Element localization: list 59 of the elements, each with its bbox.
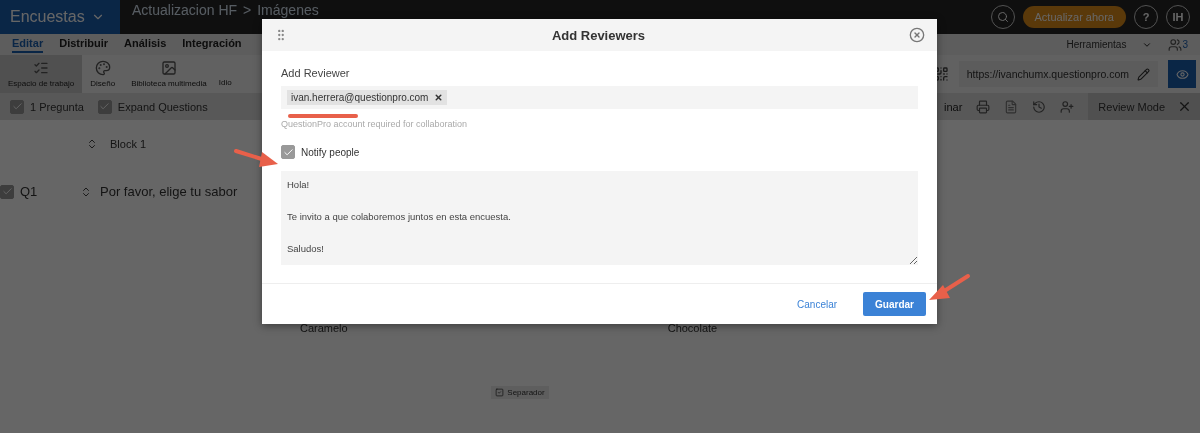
palette-icon bbox=[94, 60, 111, 76]
collaborator-count[interactable]: 3 bbox=[1182, 39, 1188, 50]
annotation-underline bbox=[288, 114, 358, 118]
choice-label: Caramelo bbox=[300, 322, 348, 334]
dialog-title: Add Reviewers bbox=[551, 27, 646, 43]
question-text: Por favor, elige tu sabor bbox=[100, 184, 238, 199]
people-icon bbox=[1168, 37, 1183, 52]
pdf-icon[interactable] bbox=[1004, 99, 1019, 114]
block-title: Block 1 bbox=[110, 138, 147, 150]
breadcrumb-current: Imágenes bbox=[257, 1, 319, 18]
breadcrumb-separator: > bbox=[243, 1, 252, 18]
eye-icon bbox=[1175, 67, 1189, 81]
save-button[interactable]: Guardar bbox=[863, 292, 926, 316]
remove-icon[interactable] bbox=[434, 93, 444, 102]
email-tag: ivan.herrera@questionpro.com bbox=[287, 90, 448, 105]
product-menu[interactable]: Encuestas bbox=[0, 0, 120, 34]
nav-tab[interactable]: Integración bbox=[182, 36, 242, 53]
collapse-icon[interactable] bbox=[80, 185, 92, 198]
check-icon bbox=[282, 146, 294, 158]
reviewer-input-field[interactable]: ivan.herrera@questionpro.com bbox=[281, 86, 918, 109]
question-number: Q1 bbox=[20, 184, 39, 199]
preview-button[interactable] bbox=[1168, 60, 1196, 88]
option-checkbox[interactable]: 1 Pregunta bbox=[10, 99, 84, 114]
review-mode-label: Review Mode bbox=[1098, 100, 1165, 113]
list-icon bbox=[33, 60, 50, 76]
close-icon[interactable] bbox=[1177, 99, 1192, 114]
cancel-button[interactable]: Cancelar bbox=[791, 297, 844, 311]
choice-label: Chocolate bbox=[667, 322, 718, 334]
toolbar-button[interactable]: Diseño bbox=[82, 55, 124, 93]
close-icon[interactable] bbox=[909, 27, 925, 43]
search-icon bbox=[996, 11, 1009, 23]
hint-text: QuestionPro account required for collaboration bbox=[281, 119, 469, 129]
question-checkbox[interactable] bbox=[0, 184, 14, 199]
action-label[interactable]: inar bbox=[944, 100, 963, 113]
tools-menu[interactable]: Herramientas bbox=[1066, 39, 1127, 50]
collapse-icon[interactable] bbox=[86, 138, 98, 150]
printer-icon[interactable] bbox=[976, 99, 991, 114]
image-icon bbox=[160, 60, 177, 76]
check-icon bbox=[11, 101, 23, 112]
nav-tab[interactable]: Editar bbox=[12, 36, 44, 53]
separator-toggle[interactable]: Separador bbox=[491, 386, 549, 399]
annotation-arrow bbox=[929, 274, 970, 300]
field-label: Add Reviewer bbox=[281, 67, 351, 79]
toolbar-button[interactable]: Idio bbox=[214, 55, 232, 93]
message-field[interactable]: Hola! Te invito a que colaboremos juntos en esta encuesta. Saludos! bbox=[281, 171, 918, 265]
option-checkbox[interactable]: Expand Questions bbox=[97, 99, 208, 114]
survey-url-field[interactable]: https://ivanchumx.questionpro.com bbox=[958, 61, 1158, 87]
annotation-arrow bbox=[234, 149, 278, 167]
notify-checkbox[interactable]: Notify people bbox=[281, 145, 918, 159]
check-icon bbox=[1, 186, 13, 197]
toolbar-button[interactable]: Biblioteca multimedia bbox=[123, 55, 215, 93]
add-user-icon[interactable] bbox=[1060, 99, 1075, 114]
history-icon[interactable] bbox=[1032, 99, 1047, 114]
check-icon bbox=[99, 101, 111, 112]
breadcrumb-link[interactable]: Actualizacion HF bbox=[132, 0, 238, 18]
update-now-button[interactable]: Actualizar ahora bbox=[1022, 6, 1126, 28]
nav-tab[interactable]: Análisis bbox=[124, 36, 167, 53]
nav-tab[interactable]: Distribuir bbox=[59, 36, 109, 53]
pencil-icon[interactable] bbox=[1137, 67, 1150, 81]
